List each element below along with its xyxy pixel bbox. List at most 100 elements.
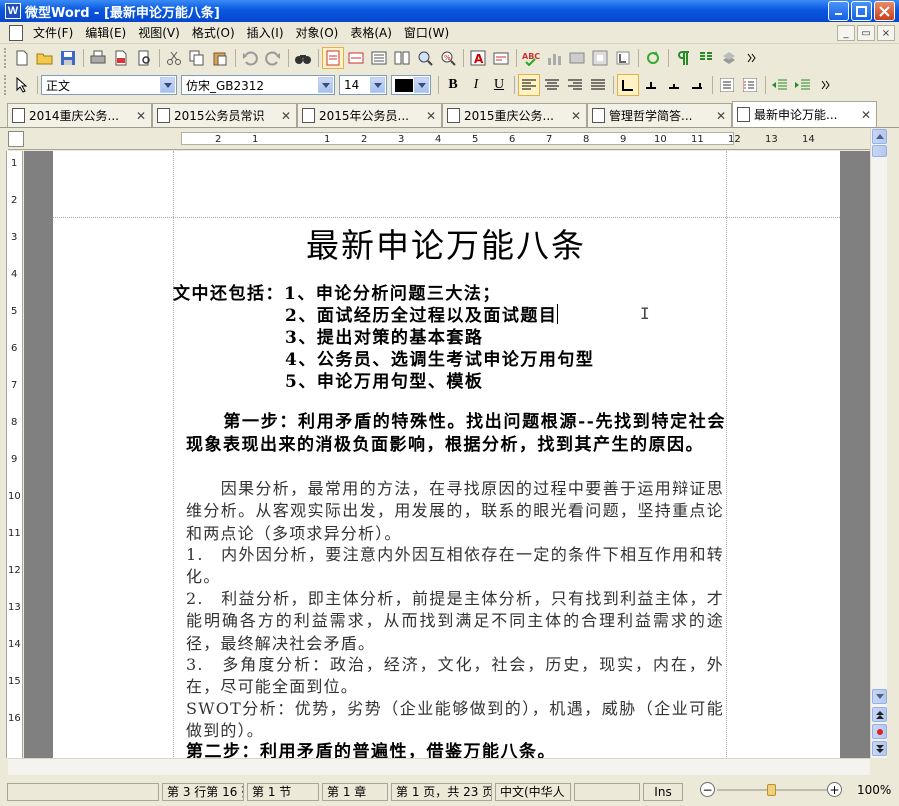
web-layout-icon[interactable] — [345, 47, 367, 69]
scroll-thumb[interactable] — [872, 145, 887, 157]
menu-format[interactable]: 格式(O) — [186, 24, 241, 41]
ole-object-icon[interactable] — [612, 47, 634, 69]
vertical-align-base-icon[interactable] — [686, 74, 708, 96]
toolbar-overflow-icon[interactable] — [741, 47, 763, 69]
close-button[interactable] — [874, 1, 895, 21]
vertical-align-top-icon[interactable] — [617, 74, 639, 96]
doc-close-button[interactable]: × — [877, 25, 895, 41]
vertical-align-bottom-icon[interactable] — [663, 74, 685, 96]
bullet-list-icon[interactable] — [716, 74, 738, 96]
picture-icon[interactable] — [566, 47, 588, 69]
drawing-icon[interactable] — [718, 47, 740, 69]
minimize-button[interactable] — [828, 1, 849, 21]
tab-doc-1[interactable]: 2014重庆公务... ✕ — [7, 103, 152, 127]
chevron-down-icon[interactable] — [370, 77, 385, 93]
tab-doc-5[interactable]: 管理哲学简答... ✕ — [587, 103, 732, 127]
toolbar-grip[interactable] — [4, 75, 8, 95]
refresh-icon[interactable] — [642, 47, 664, 69]
italic-button[interactable]: I — [465, 74, 487, 96]
two-page-view-icon[interactable] — [391, 47, 413, 69]
redo-icon[interactable] — [262, 47, 284, 69]
columns-icon[interactable] — [695, 47, 717, 69]
maximize-button[interactable] — [851, 1, 872, 21]
font-dropdown[interactable]: 仿宋_GB2312 — [181, 75, 335, 95]
paragraph-mark-icon[interactable] — [672, 47, 694, 69]
doc-restore-button[interactable]: ▭ — [857, 25, 875, 41]
tab-close-icon[interactable]: ✕ — [860, 108, 872, 122]
decrease-indent-icon[interactable] — [769, 74, 791, 96]
menu-file[interactable]: 文件(F) — [27, 24, 79, 41]
spell-check-icon[interactable]: ABC — [520, 47, 542, 69]
vertical-align-middle-icon[interactable] — [640, 74, 662, 96]
menu-insert[interactable]: 插入(I) — [241, 24, 290, 41]
bold-button[interactable]: B — [442, 74, 464, 96]
save-icon[interactable] — [57, 47, 79, 69]
document-canvas[interactable]: 最新申论万能八条 文中还包括：1、申论分析问题三大法； 2、面试经历全过程以及面… — [24, 151, 870, 758]
chevron-down-icon[interactable] — [160, 77, 175, 93]
toolbar-overflow-icon[interactable] — [815, 74, 837, 96]
text-box-icon[interactable]: A — [467, 47, 489, 69]
font-color-picker[interactable] — [391, 75, 431, 95]
menu-table[interactable]: 表格(A) — [344, 24, 398, 41]
browse-object-button[interactable] — [872, 724, 887, 739]
zoom-slider[interactable]: − + — [700, 781, 845, 801]
chart-icon[interactable] — [543, 47, 565, 69]
tab-close-icon[interactable]: ✕ — [135, 109, 147, 123]
increase-indent-icon[interactable] — [792, 74, 814, 96]
insert-field-icon[interactable] — [490, 47, 512, 69]
select-pointer-icon[interactable] — [11, 74, 33, 96]
copy-icon[interactable] — [186, 47, 208, 69]
doc-minimize-button[interactable]: _ — [837, 25, 855, 41]
underline-button[interactable]: U — [488, 74, 510, 96]
document-icon[interactable] — [9, 24, 23, 41]
document-page[interactable]: 最新申论万能八条 文中还包括：1、申论分析问题三大法； 2、面试经历全过程以及面… — [53, 151, 840, 758]
zoom-icon[interactable] — [414, 47, 436, 69]
outline-view-icon[interactable] — [368, 47, 390, 69]
align-justify-icon[interactable] — [587, 74, 609, 96]
menu-window[interactable]: 窗口(W) — [398, 24, 455, 41]
word-app-icon[interactable]: W — [5, 3, 21, 19]
paste-icon[interactable] — [209, 47, 231, 69]
scroll-down-button[interactable] — [872, 689, 887, 704]
style-dropdown[interactable]: 正文 — [41, 75, 177, 95]
zoom-slider-thumb[interactable] — [767, 784, 776, 796]
zoom-percent-icon[interactable]: % — [437, 47, 459, 69]
undo-icon[interactable] — [239, 47, 261, 69]
pdf-export-icon[interactable] — [110, 47, 132, 69]
tab-doc-3[interactable]: 2015年公务员... ✕ — [297, 103, 442, 127]
align-center-icon[interactable] — [541, 74, 563, 96]
tab-doc-4[interactable]: 2015重庆公务... ✕ — [442, 103, 587, 127]
scroll-up-button[interactable] — [872, 129, 887, 144]
tab-close-icon[interactable]: ✕ — [280, 109, 292, 123]
frame-icon[interactable] — [589, 47, 611, 69]
find-icon[interactable] — [292, 47, 314, 69]
toolbar-grip[interactable] — [4, 48, 8, 68]
zoom-out-button[interactable]: − — [700, 782, 715, 797]
zoom-in-button[interactable]: + — [827, 782, 842, 797]
cut-icon[interactable] — [163, 47, 185, 69]
horizontal-scrollbar[interactable] — [8, 758, 870, 775]
print-icon[interactable] — [87, 47, 109, 69]
print-preview-icon[interactable] — [133, 47, 155, 69]
new-document-icon[interactable] — [11, 47, 33, 69]
horizontal-ruler[interactable]: 2 1 1 2 3 4 5 6 7 8 9 10 11 12 13 14 — [8, 129, 870, 150]
tab-doc-2[interactable]: 2015公务员常识 ✕ — [152, 103, 297, 127]
page-view-icon[interactable] — [322, 47, 344, 69]
vertical-ruler[interactable]: 1 2 3 4 5 6 7 8 9 10 11 12 13 14 15 16 — [6, 151, 23, 758]
menu-object[interactable]: 对象(O) — [290, 24, 345, 41]
next-page-button[interactable] — [872, 741, 887, 756]
status-insert-mode[interactable]: Ins — [643, 782, 683, 801]
menu-edit[interactable]: 编辑(E) — [79, 24, 132, 41]
align-right-icon[interactable] — [564, 74, 586, 96]
chevron-down-icon[interactable] — [318, 77, 333, 93]
menu-view[interactable]: 视图(V) — [132, 24, 186, 41]
vertical-scrollbar[interactable] — [870, 129, 887, 758]
previous-page-button[interactable] — [872, 707, 887, 722]
open-folder-icon[interactable] — [34, 47, 56, 69]
font-size-dropdown[interactable]: 14 — [339, 75, 387, 95]
tab-close-icon[interactable]: ✕ — [715, 109, 727, 123]
tab-doc-6-active[interactable]: 最新申论万能... ✕ — [732, 101, 877, 127]
chevron-down-icon[interactable] — [414, 77, 429, 93]
tab-stop-selector[interactable] — [8, 131, 24, 147]
tab-close-icon[interactable]: ✕ — [570, 109, 582, 123]
